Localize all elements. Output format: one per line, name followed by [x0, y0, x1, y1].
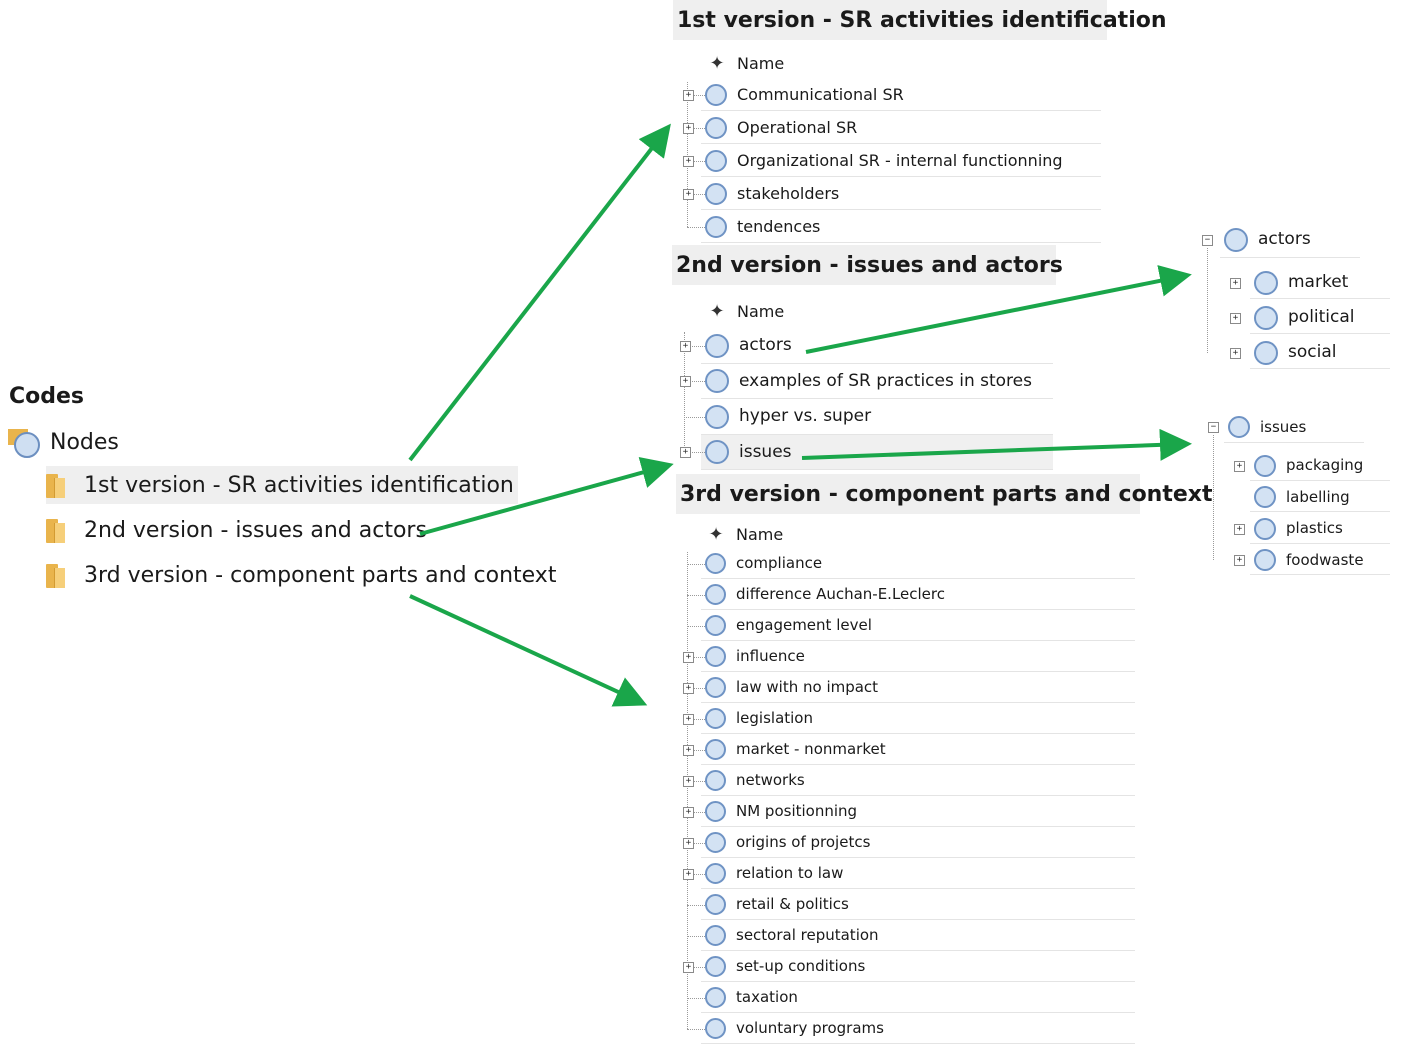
arrow-actors: [805, 265, 1192, 354]
arrow-issues: [801, 428, 1192, 461]
arrow-3rd-version: [409, 594, 648, 707]
arrow-1st-version: [408, 123, 671, 462]
arrows-layer: [408, 123, 1192, 707]
arrow-2nd-version: [419, 456, 674, 536]
